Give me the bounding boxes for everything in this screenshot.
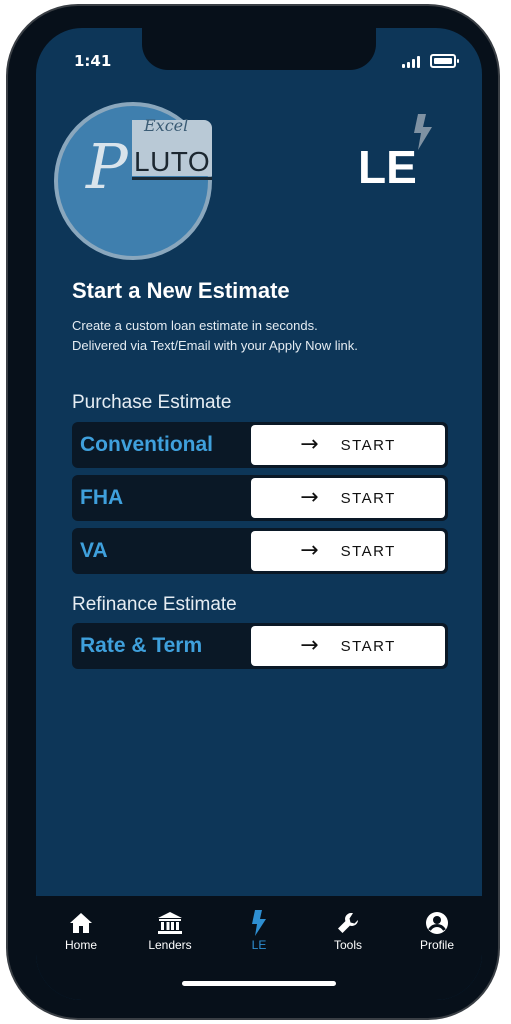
page-subtitle: Create a custom loan estimate in seconds…: [72, 316, 358, 356]
tab-le[interactable]: LE: [224, 910, 294, 952]
battery-icon: [430, 54, 459, 68]
arrow-right-icon: →: [300, 432, 319, 457]
estimate-row-conventional: Conventional → START: [72, 422, 448, 468]
start-button-va[interactable]: → START: [251, 531, 445, 571]
wrench-icon: [338, 912, 358, 933]
notch: [142, 28, 376, 70]
profile-icon: [426, 912, 448, 934]
page-title: Start a New Estimate: [72, 278, 290, 303]
start-label: START: [340, 637, 396, 655]
tab-tools[interactable]: Tools: [313, 910, 383, 952]
arrow-right-icon: →: [300, 485, 319, 510]
estimate-label: FHA: [80, 486, 124, 509]
logo-excel-text: Excel: [144, 116, 189, 135]
start-label: START: [340, 542, 396, 560]
start-button-fha[interactable]: → START: [251, 478, 445, 518]
tab-lenders[interactable]: Lenders: [135, 910, 205, 952]
tab-label: Lenders: [148, 938, 192, 952]
le-brand-mark: LE: [358, 141, 417, 193]
subtitle-line-1: Create a custom loan estimate in seconds…: [72, 318, 318, 333]
phone-frame: 1:41 Excel P LUTO LE Start a New Estimat…: [8, 6, 498, 1018]
tab-label: Profile: [419, 938, 454, 952]
app-screen: 1:41 Excel P LUTO LE Start a New Estimat…: [36, 28, 482, 1000]
estimate-row-fha: FHA → START: [72, 475, 448, 521]
home-indicator: [182, 981, 336, 986]
tab-label: Home: [64, 938, 97, 952]
estimate-label: VA: [80, 539, 108, 562]
estimate-row-rate-term: Rate & Term → START: [72, 623, 448, 669]
estimate-row-va: VA → START: [72, 528, 448, 574]
refinance-section-title: Refinance Estimate: [72, 594, 237, 615]
tab-home[interactable]: Home: [46, 910, 116, 952]
pluto-logo: Excel P LUTO: [54, 102, 212, 260]
tab-label: LE: [251, 938, 267, 952]
bottom-tab-bar: Home Lenders LE Tools Profile: [36, 896, 482, 1000]
start-button-rate-term[interactable]: → START: [251, 626, 445, 666]
subtitle-line-2: Delivered via Text/Email with your Apply…: [72, 338, 358, 353]
tab-profile[interactable]: Profile: [402, 910, 472, 952]
signal-icon: [402, 56, 420, 68]
status-indicators: [402, 54, 459, 68]
start-label: START: [340, 489, 396, 507]
estimate-label: Rate & Term: [80, 634, 203, 657]
logo-p-letter: P: [86, 130, 128, 203]
estimate-label: Conventional: [80, 433, 214, 456]
purchase-section-title: Purchase Estimate: [72, 392, 232, 413]
home-icon: [70, 913, 92, 933]
arrow-right-icon: →: [300, 633, 319, 658]
bank-icon: [158, 912, 182, 934]
start-button-conventional[interactable]: → START: [251, 425, 445, 465]
status-time: 1:41: [74, 52, 112, 70]
bolt-icon: [252, 910, 266, 936]
arrow-right-icon: →: [300, 538, 319, 563]
tab-label: Tools: [333, 938, 362, 952]
logo-luto-text: LUTO: [134, 146, 211, 177]
start-label: START: [340, 436, 396, 454]
bolt-icon: [414, 114, 432, 150]
